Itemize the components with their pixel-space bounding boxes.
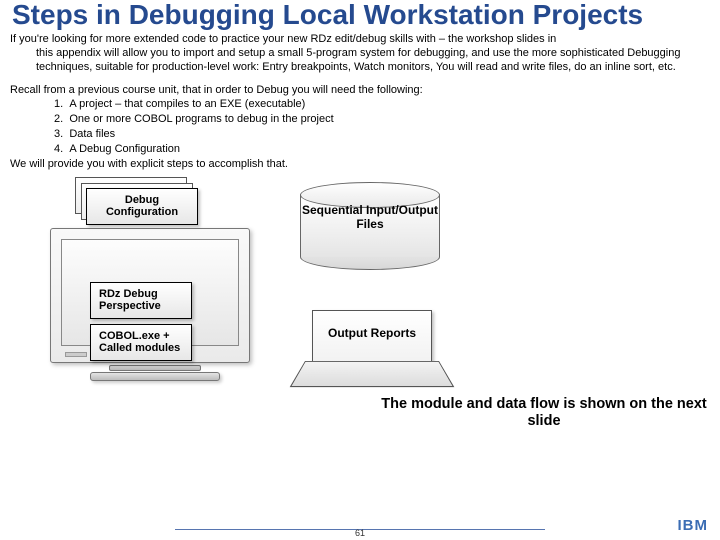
list-num-1: 1.	[54, 98, 63, 110]
list-text-4: A Debug Configuration	[69, 143, 180, 155]
intro-rest: this appendix will allow you to import a…	[10, 47, 710, 75]
list-text-1: A project – that compiles to an EXE (exe…	[69, 98, 305, 110]
list-num-2: 2.	[54, 113, 63, 125]
intro-paragraph: If you're looking for more extended code…	[0, 33, 720, 82]
monitor-neck	[109, 365, 201, 371]
slide-title: Steps in Debugging Local Workstation Pro…	[0, 0, 720, 33]
report-label: Output Reports	[313, 327, 431, 341]
list-text-3: Data files	[69, 128, 115, 140]
rdz-debug-perspective-box: RDz Debug Perspective	[90, 282, 192, 319]
recall-after: We will provide you with explicit steps …	[10, 157, 710, 172]
cobol-modules-box: COBOL.exe + Called modules	[90, 324, 192, 361]
data-cylinder: Sequential Input/Output Files	[300, 182, 440, 267]
recall-block: Recall from a previous course unit, that…	[0, 83, 720, 176]
list-num-4: 4.	[54, 143, 63, 155]
cylinder-label: Sequential Input/Output Files	[300, 204, 440, 232]
next-slide-note: The module and data flow is shown on the…	[368, 396, 720, 431]
monitor-foot	[90, 372, 220, 381]
report-graphic: Output Reports	[312, 310, 432, 380]
monitor-led	[65, 352, 87, 357]
list-num-3: 3.	[54, 128, 63, 140]
ibm-logo: IBM	[678, 517, 709, 534]
page-number: 61	[0, 528, 720, 538]
list-text-2: One or more COBOL programs to debug in t…	[69, 113, 333, 125]
recall-list: 1. A project – that compiles to an EXE (…	[10, 97, 710, 156]
recall-intro: Recall from a previous course unit, that…	[10, 83, 710, 98]
debug-configuration-box: Debug Configuration	[86, 188, 198, 225]
intro-first-line: If you're looking for more extended code…	[10, 33, 556, 45]
diagram-area: Debug Configuration RDz Debug Perspectiv…	[20, 182, 720, 442]
